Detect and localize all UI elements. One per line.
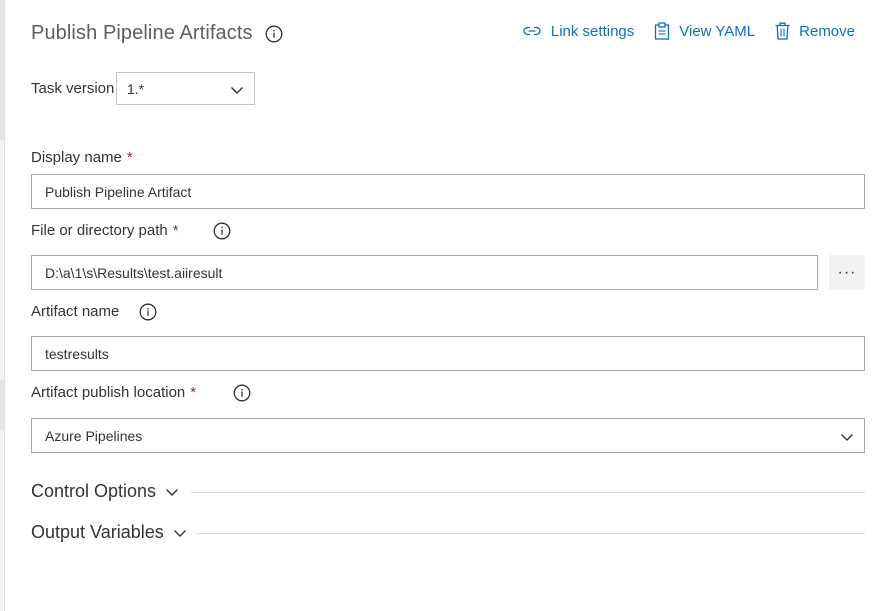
info-icon[interactable] xyxy=(265,25,283,43)
more-icon: ··· xyxy=(837,263,857,281)
publish-location-label: Artifact publish location * xyxy=(31,384,196,401)
path-value: D:\a\1\s\Results\test.aiiresult xyxy=(45,264,223,281)
link-settings-button[interactable]: Link settings xyxy=(522,23,634,40)
left-panel-segment xyxy=(0,0,4,140)
left-panel-segment xyxy=(0,380,4,430)
remove-label: Remove xyxy=(799,22,855,40)
view-yaml-button[interactable]: View YAML xyxy=(654,22,755,40)
artifact-name-label: Artifact name xyxy=(31,303,119,320)
display-name-label: Display name * xyxy=(31,149,133,166)
info-icon[interactable] xyxy=(233,384,251,402)
link-icon xyxy=(523,26,541,36)
page-title: Publish Pipeline Artifacts xyxy=(31,22,253,44)
display-name-label-text: Display name xyxy=(31,149,122,166)
clipboard-icon xyxy=(655,22,670,40)
required-marker: * xyxy=(190,384,197,401)
chevron-down-icon xyxy=(166,488,179,496)
control-options-toggle[interactable]: Control Options xyxy=(31,481,179,502)
left-panel-edge xyxy=(0,0,5,611)
info-icon[interactable] xyxy=(139,303,157,321)
chevron-down-icon xyxy=(841,434,853,441)
task-version-label-text: Task version xyxy=(31,80,115,97)
publish-location-select[interactable]: Azure Pipelines xyxy=(31,418,865,453)
section-divider xyxy=(191,492,865,493)
output-variables-toggle[interactable]: Output Variables xyxy=(31,522,187,543)
path-label: File or directory path * xyxy=(31,222,179,239)
remove-button[interactable]: Remove xyxy=(775,22,855,40)
browse-button[interactable]: ··· xyxy=(829,255,865,290)
chevron-down-icon xyxy=(231,87,243,94)
header-actions: Link settings View YAML Remove xyxy=(502,22,855,40)
section-divider xyxy=(196,533,865,534)
task-version-select[interactable]: 1.* xyxy=(116,72,255,105)
info-icon[interactable] xyxy=(213,222,231,240)
task-version-label: Task version xyxy=(31,80,114,97)
artifact-name-value: testresults xyxy=(45,345,109,362)
publish-location-value: Azure Pipelines xyxy=(45,427,143,444)
trash-icon xyxy=(775,22,790,40)
view-yaml-label: View YAML xyxy=(679,22,756,40)
chevron-down-icon xyxy=(173,529,186,537)
display-name-field[interactable]: Publish Pipeline Artifact xyxy=(31,174,865,209)
path-field[interactable]: D:\a\1\s\Results\test.aiiresult xyxy=(31,255,818,290)
publish-location-label-text: Artifact publish location xyxy=(31,384,186,401)
artifact-name-label-text: Artifact name xyxy=(31,303,120,320)
control-options-label: Control Options xyxy=(31,481,157,501)
task-version-value: 1.* xyxy=(127,80,145,97)
required-marker: * xyxy=(126,149,133,166)
artifact-name-field[interactable]: testresults xyxy=(31,336,865,371)
display-name-value: Publish Pipeline Artifact xyxy=(45,183,192,200)
task-header: Publish Pipeline Artifacts xyxy=(31,22,283,45)
required-marker: * xyxy=(172,222,179,239)
output-variables-label: Output Variables xyxy=(31,522,164,542)
path-label-text: File or directory path xyxy=(31,222,168,239)
link-settings-label: Link settings xyxy=(550,22,635,40)
